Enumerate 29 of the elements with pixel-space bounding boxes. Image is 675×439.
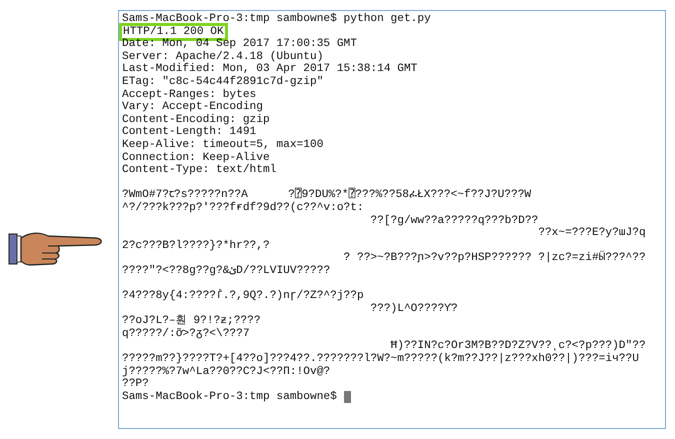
terminal-line: HTTP/1.1 200 OK	[122, 26, 225, 38]
terminal-line: ??x~=???E?y?ɯJ?q	[537, 227, 646, 240]
shell-prompt: Sams-MacBook-Pro-3:tmp sambowne$	[122, 390, 337, 404]
terminal-line: ??oJ?L?–훤 9?!?ƶ;????	[122, 315, 261, 328]
terminal-line: 2?c???B?l????}?*hr??,?	[122, 240, 270, 252]
terminal-line: q?????/:ỡ>?ᵹ?<\???7	[122, 328, 250, 340]
terminal-line: ???)L^O????Ƴ?	[369, 302, 458, 316]
terminal-line: Accept-Ranges: bytes	[122, 88, 256, 101]
terminal-line: Server: Apache/2.4.18 (Ubuntu)	[122, 50, 324, 63]
terminal-line: ?????m??}????T?+[4??o]???4??.???????l?W?~m?????(k?m??J??|z???xh0??|)???=iч??U	[122, 353, 639, 366]
terminal-line: Keep-Alive: timeout=5, max=100	[122, 138, 324, 152]
terminal-line: ????"?<??8g??g?&ئD/??LVIUV?????	[122, 264, 330, 278]
terminal-line: Date: Mon, 04 Sep 2017 17:00:35 GMT	[122, 38, 357, 50]
terminal-line: Connection: Keep-Alive	[122, 152, 270, 164]
terminal-line: Content-Type: text/html	[122, 164, 276, 177]
terminal-line: ETag: "c8c-54c44f2891c7d-gzip"	[122, 76, 324, 88]
terminal-line: j?????%?7w^La??0??C?J<??П:!Ov@?	[122, 366, 330, 378]
terminal-line: Last-Modified: Mon, 03 Apr 2017 15:38:14 GMT	[122, 63, 418, 76]
terminal-line: Content-Encoding: gzip	[122, 114, 270, 126]
terminal-line: ?WmO#7?ꞇ?s?????n??A ?⍰9?DU%?*⍰???%??58ፈŁX???<~f??J?U???W	[122, 189, 532, 202]
terminal-line: Content-Length: 1491	[122, 126, 256, 138]
terminal-line: Vary: Accept-Encoding	[122, 101, 263, 114]
terminal-line: ??[?g/ww??a?????q???b?D??	[369, 214, 538, 228]
terminal-line: ?4???8y{4:????ẛ.?,9Q?.?)nɼ/?Z?^?j??p	[122, 290, 364, 303]
terminal-line: Ħ)??IN?c?Or3M?B??D?Z?V??˛c?<?p???)D"??	[390, 340, 646, 352]
terminal-line: Sams-MacBook-Pro-3:tmp sambowne$ python get.py	[122, 13, 431, 26]
terminal-line: ? ??>~?B???ɲ>?v??p?HSP?????? ?|zc?=zi#Ӹ???^??	[342, 252, 646, 265]
terminal-line: ??P?	[122, 378, 149, 390]
terminal-line: ^?/???k???p?'???fɍdf?9d??(c??^v:o?t:	[122, 202, 364, 214]
